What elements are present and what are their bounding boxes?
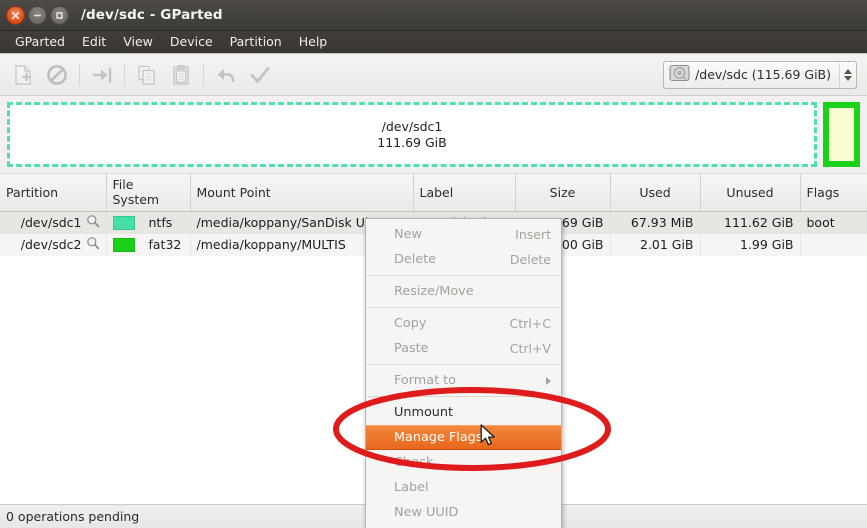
context-menu-item-copy[interactable]: Copy Ctrl+C (366, 311, 561, 336)
menu-item-gparted[interactable]: GParted (7, 32, 74, 52)
context-menu-label-new: New (394, 227, 422, 242)
cell-partition-name: /dev/sdc1 (20, 215, 82, 230)
column-header-flags[interactable]: Flags (800, 174, 867, 212)
context-menu-label-copy: Copy (394, 316, 427, 331)
cell-unused: 1.99 GiB (700, 234, 801, 256)
cell-filesystem-name: fat32 (148, 237, 182, 252)
context-menu-label-label: Label (394, 480, 429, 495)
column-header-label[interactable]: Label (413, 174, 516, 212)
hard-disk-icon (669, 64, 690, 86)
context-menu-separator (367, 396, 560, 397)
partition-context-menu: New Insert Delete Delete Resize/Move Cop… (365, 218, 562, 528)
close-icon[interactable] (6, 5, 25, 25)
context-menu-item-label[interactable]: Label (366, 475, 561, 500)
column-header-size[interactable]: Size (515, 174, 611, 212)
gparted-window: /dev/sdc - GParted GParted Edit View Dev… (0, 0, 867, 528)
device-spinner[interactable] (839, 62, 854, 87)
filesystem-color-swatch (112, 237, 135, 252)
menu-item-help[interactable]: Help (291, 32, 337, 52)
chevron-up-icon[interactable] (844, 68, 852, 74)
chevron-down-icon[interactable] (844, 75, 852, 81)
partition-graphic: /dev/sdc1 111.69 GiB (0, 96, 867, 174)
window-controls (6, 5, 69, 25)
column-header-partition[interactable]: Partition (0, 174, 107, 212)
cell-partition-name: /dev/sdc2 (20, 237, 82, 252)
resize-move-icon[interactable] (85, 59, 119, 91)
new-partition-icon[interactable] (6, 59, 40, 91)
undo-icon[interactable] (209, 59, 243, 91)
partition-graphic-sdc2[interactable] (823, 102, 860, 167)
column-header-used[interactable]: Used (610, 174, 701, 212)
partition-graphic-sdc1-size: 111.69 GiB (377, 134, 447, 150)
table-header-row: Partition File System Mount Point Label … (0, 174, 867, 212)
minimize-icon[interactable] (28, 5, 47, 25)
context-menu-item-new[interactable]: New Insert (366, 222, 561, 247)
partition-graphic-sdc1-name: /dev/sdc1 (381, 119, 443, 135)
context-menu-label-unmount: Unmount (394, 405, 454, 420)
filesystem-color-swatch (112, 215, 135, 230)
context-menu-label-manage-flags: Manage Flags (394, 430, 483, 445)
context-menu-label-resize-move: Resize/Move (394, 284, 474, 299)
toolbar-separator (203, 63, 204, 86)
menu-item-view[interactable]: View (115, 32, 162, 52)
cell-flags: boot (800, 211, 867, 234)
column-header-unused[interactable]: Unused (700, 174, 801, 212)
context-menu-accel-copy: Ctrl+C (509, 316, 551, 331)
menu-bar: GParted Edit View Device Partition Help (0, 31, 867, 54)
device-selector-value: /dev/sdc (115.69 GiB) (695, 67, 831, 82)
cell-used: 67.93 MiB (610, 211, 701, 234)
menu-item-partition[interactable]: Partition (222, 32, 291, 52)
window-title: /dev/sdc - GParted (81, 7, 223, 23)
context-menu-item-format-to[interactable]: Format to (366, 368, 561, 393)
column-header-filesystem[interactable]: File System (106, 174, 191, 212)
cell-unused: 111.62 GiB (700, 211, 801, 234)
context-menu-separator (367, 307, 560, 308)
context-menu-item-new-uuid[interactable]: New UUID (366, 500, 561, 525)
context-menu-accel-delete: Delete (509, 252, 551, 267)
toolbar-separator (79, 63, 80, 86)
context-menu-separator (367, 275, 560, 276)
paste-icon[interactable] (164, 59, 198, 91)
menu-item-device[interactable]: Device (162, 32, 222, 52)
context-menu-label-format-to: Format to (394, 373, 457, 388)
context-menu-item-check[interactable]: Check (366, 450, 561, 475)
cell-filesystem: fat32 (106, 234, 191, 256)
copy-icon[interactable] (130, 59, 164, 91)
cell-flags (800, 234, 867, 256)
magnifier-icon[interactable] (86, 214, 100, 231)
cell-used: 2.01 GiB (610, 234, 701, 256)
submenu-arrow-icon (546, 376, 551, 385)
status-text: 0 operations pending (6, 509, 140, 524)
cell-filesystem-name: ntfs (148, 215, 173, 230)
cell-partition: /dev/sdc1 (0, 211, 107, 234)
magnifier-icon[interactable] (86, 236, 100, 253)
context-menu-item-unmount[interactable]: Unmount (366, 400, 561, 425)
title-bar: /dev/sdc - GParted (0, 0, 867, 31)
context-menu-label-paste: Paste (394, 341, 429, 356)
context-menu-item-resize-move[interactable]: Resize/Move (366, 279, 561, 304)
cell-partition: /dev/sdc2 (0, 234, 107, 256)
menu-item-edit[interactable]: Edit (74, 32, 115, 52)
device-selector[interactable]: /dev/sdc (115.69 GiB) (663, 60, 857, 89)
context-menu-label-check: Check (394, 455, 434, 470)
delete-partition-icon[interactable] (40, 59, 74, 91)
maximize-icon[interactable] (50, 5, 69, 25)
context-menu-item-paste[interactable]: Paste Ctrl+V (366, 336, 561, 361)
column-header-mountpoint[interactable]: Mount Point (190, 174, 414, 212)
apply-icon[interactable] (243, 59, 277, 91)
context-menu-accel-paste: Ctrl+V (509, 341, 551, 356)
context-menu-accel-new: Insert (515, 227, 551, 242)
toolbar-separator (124, 63, 125, 86)
toolbar: /dev/sdc (115.69 GiB) (0, 54, 867, 96)
context-menu-label-new-uuid: New UUID (394, 505, 459, 520)
context-menu-item-delete[interactable]: Delete Delete (366, 247, 561, 272)
context-menu-label-delete: Delete (394, 252, 437, 267)
context-menu-item-manage-flags[interactable]: Manage Flags (366, 425, 561, 450)
context-menu-separator (367, 364, 560, 365)
partition-graphic-sdc1[interactable]: /dev/sdc1 111.69 GiB (7, 102, 817, 167)
cell-filesystem: ntfs (106, 211, 191, 234)
partition-graphic-sdc1-text: /dev/sdc1 111.69 GiB (377, 119, 446, 150)
